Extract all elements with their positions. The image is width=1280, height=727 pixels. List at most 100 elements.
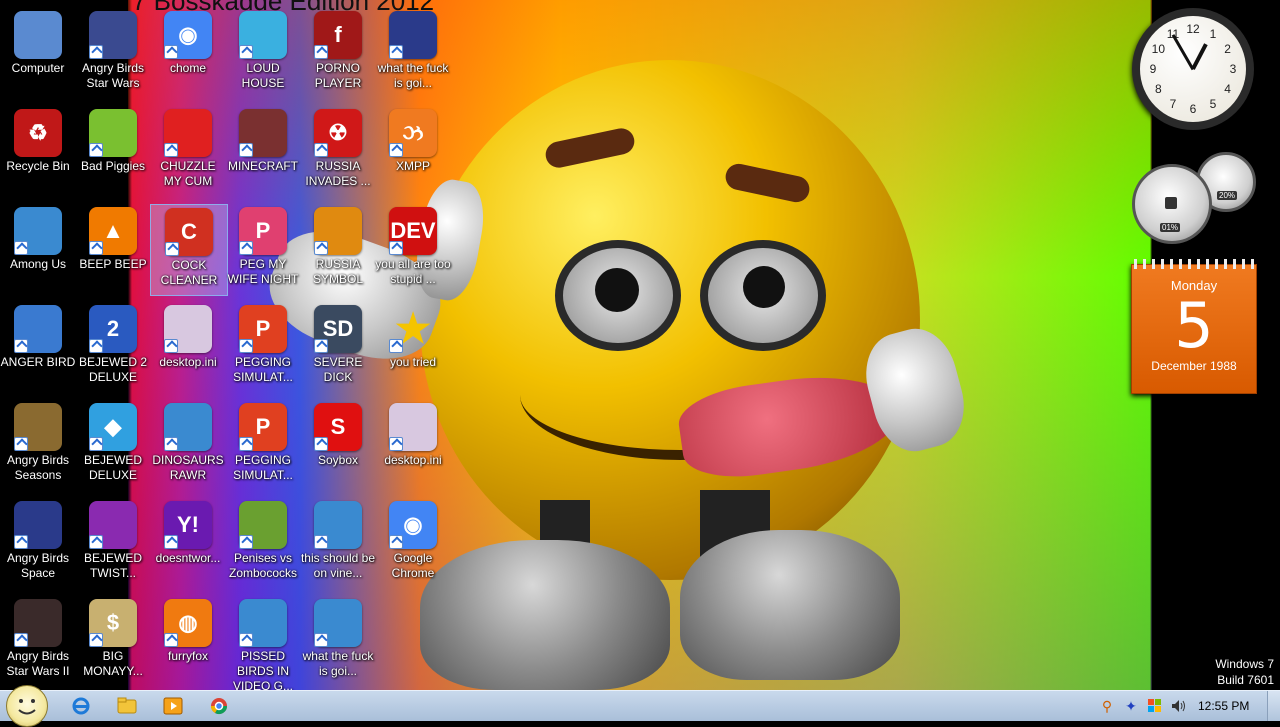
desktop-icon-label: COCK CLEANER [160,258,218,287]
angry-birds-icon [164,403,212,451]
plants-vs-zombies-icon [239,501,287,549]
desktop-icon[interactable]: S Soybox [300,400,376,490]
desktop-icon-label: desktop.ini [159,355,217,369]
volume-icon[interactable] [1170,697,1188,715]
desktop[interactable]: 7 Bosskadde Edition 2012 Computer Angry B… [0,0,1280,690]
windows-flag-icon[interactable] [1146,697,1164,715]
desktop-icon[interactable]: ◉ Google Chrome [375,498,451,588]
desktop-icon-label: you tried [389,355,437,369]
shortcut-arrow-icon [389,535,403,549]
desktop-icon[interactable]: C COCK CLEANER [150,204,228,296]
desktop-icon[interactable]: Angry Birds Seasons [0,400,76,490]
angry-birds-seasons-icon [14,403,62,451]
angry-birds-star-wars-2-icon [14,599,62,647]
sonic-tray-icon[interactable]: ✦ [1122,697,1140,715]
russia-symbol-icon [314,207,362,255]
desktop-icon[interactable]: Angry Birds Star Wars II [0,596,76,686]
desktop-icon[interactable]: ◍ furryfox [150,596,226,686]
media-player-icon[interactable] [160,694,186,718]
desktop-icon[interactable]: P PEGGING SIMULAT... [225,302,301,392]
among-us-icon [14,207,62,255]
desktop-icon[interactable]: ☢ RUSSIA INVADES ... [300,106,376,196]
clock-number: 7 [1169,96,1177,111]
desktop-icon[interactable]: PISSED BIRDS IN VIDEO G... [225,596,301,690]
settings-file-icon [389,403,437,451]
chrome-icon: ◉ [389,501,437,549]
desktop-icon[interactable]: RUSSIA SYMBOL [300,204,376,294]
desktop-icon-label: SEVERE DICK [313,355,363,384]
desktop-icon[interactable]: Bad Piggies [75,106,151,196]
desktop-icon[interactable]: Angry Birds Space [0,498,76,588]
desktop-icon[interactable]: ANGER BIRD [0,302,76,392]
desktop-icon[interactable]: Angry Birds Star Wars [75,8,151,98]
angry-birds-icon [314,501,362,549]
desktop-icon[interactable]: ◉ chome [150,8,226,98]
taskbar-clock[interactable]: 12:55 PM [1198,699,1249,713]
desktop-icon[interactable]: $ BIG MONAYY... [75,596,151,686]
desktop-icon[interactable]: what the fuck is goi... [300,596,376,686]
desktop-icon[interactable]: desktop.ini [150,302,226,392]
radiation-icon: ☢ [314,109,362,157]
clock-number: 6 [1189,102,1197,116]
clock-minute-hand [1171,33,1195,70]
desktop-icon[interactable]: CHUZZLE MY CUM [150,106,226,196]
desktop-icon[interactable]: desktop.ini [375,400,451,490]
desktop-icon[interactable]: f PORNO PLAYER [300,8,376,98]
clock-number: 2 [1224,42,1231,56]
desktop-icon-label: chome [169,61,207,75]
desktop-icon[interactable]: Among Us [0,204,76,294]
loud-house-icon [239,11,287,59]
desktop-icon-label: Google Chrome [391,551,435,580]
desktop-icon[interactable]: Computer [0,8,76,98]
desktop-icon-label: LOUD HOUSE [241,61,285,90]
desktop-icon[interactable]: SD SEVERE DICK [300,302,376,392]
desktop-icon[interactable]: ▲ BEEP BEEP [75,204,151,294]
firefox-icon: ◍ [164,599,212,647]
shortcut-arrow-icon [89,633,103,647]
desktop-icon-label: DINOSAURS RAWR [152,453,224,482]
shortcut-arrow-icon [239,339,253,353]
desktop-icon[interactable]: ◆ BEJEWED DELUXE [75,400,151,490]
memory-value: 20% [1217,191,1238,200]
desktop-icon[interactable]: BEJEWED TWIST... [75,498,151,588]
clock-number: 9 [1149,62,1157,76]
desktop-icon-label: MINECRAFT [228,159,298,173]
desktop-icon[interactable]: ♻ Recycle Bin [0,106,76,196]
shortcut-arrow-icon [314,633,328,647]
shortcut-arrow-icon [389,143,403,157]
angry-birds-rio-icon [239,599,287,647]
shortcut-arrow-icon [14,241,28,255]
desktop-icon[interactable]: P PEGGING SIMULAT... [225,400,301,490]
shortcut-arrow-icon [164,339,178,353]
shortcut-arrow-icon [89,535,103,549]
desktop-icon[interactable]: ★ you tried [375,302,451,392]
vlc-cone-icon: ▲ [89,207,137,255]
sd-gear-icon: SD [314,305,362,353]
desktop-icon[interactable]: ઝ XMPP [375,106,451,196]
desktop-icon[interactable]: what the fuck is goi... [375,8,451,98]
desktop-icon[interactable]: P PEG MY WIFE NIGHT [225,204,301,294]
show-desktop-button[interactable] [1267,691,1280,721]
internet-explorer-icon[interactable] [68,694,94,718]
shortcut-arrow-icon [314,45,328,59]
calendar-gadget[interactable]: Monday 5 December 1988 [1131,259,1257,394]
angry-birds-star-wars-icon [89,11,137,59]
chrome-taskbar-icon[interactable] [206,694,232,718]
desktop-icon[interactable]: Y! doesntwor... [150,498,226,588]
desktop-icon[interactable]: LOUD HOUSE [225,8,301,98]
shortcut-arrow-icon [239,143,253,157]
desktop-icon-label: RUSSIA INVADES ... [305,159,371,188]
desktop-icon[interactable]: Penises vs Zombococks [225,498,301,588]
desktop-icon[interactable]: DINOSAURS RAWR [150,400,226,490]
clock-gadget[interactable]: 121234567891011 [1132,8,1254,130]
file-explorer-icon[interactable] [114,694,140,718]
desktop-icon[interactable]: 2 BEJEWED 2 DELUXE [75,302,151,392]
shortcut-arrow-icon [389,45,403,59]
flash-player-icon: f [314,11,362,59]
start-button[interactable] [6,685,48,727]
desktop-icon[interactable]: this should be on vine... [300,498,376,588]
search-tray-icon[interactable]: ⚲ [1098,697,1116,715]
desktop-icon[interactable]: DEV you all are too stupid ... [375,204,451,294]
desktop-icon[interactable]: MINECRAFT [225,106,301,196]
desktop-icon-label: BEJEWED 2 DELUXE [78,355,147,384]
